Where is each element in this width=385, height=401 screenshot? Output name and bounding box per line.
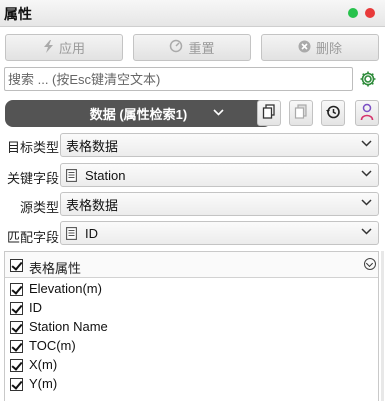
match-field-label: 匹配字段 (6, 230, 59, 245)
settings-gear-icon[interactable] (357, 68, 379, 90)
attribute-list-header: 表格属性 (5, 252, 378, 278)
target-type-label: 目标类型 (6, 140, 59, 155)
list-item-label: ID (29, 300, 42, 315)
close-dot-icon[interactable] (365, 8, 375, 18)
target-type-value: 表格数据 (66, 138, 119, 154)
reset-label: 重置 (188, 41, 215, 56)
item-checkbox[interactable] (10, 359, 23, 372)
chevron-down-icon (361, 226, 372, 238)
list-item-label: TOC(m) (29, 338, 76, 353)
list-item-label: Elevation(m) (29, 281, 102, 296)
list-item[interactable]: TOC(m) (5, 337, 365, 356)
history-icon (325, 104, 341, 123)
paste-icon (294, 103, 308, 123)
attribute-list: 表格属性 Elevation(m) ID Station Name TOC(m)… (4, 251, 379, 401)
datasource-label: 数据 (属性检索1) (89, 107, 188, 122)
gauge-icon (169, 39, 183, 56)
list-item-label: Station Name (29, 319, 108, 334)
match-field-select[interactable]: ID (60, 221, 379, 245)
source-type-select[interactable]: 表格数据 (60, 192, 379, 216)
apply-button[interactable]: 应用 (5, 34, 123, 61)
copy-icon (262, 103, 276, 123)
delete-button[interactable]: 删除 (261, 34, 379, 61)
table-icon (66, 168, 77, 182)
item-checkbox[interactable] (10, 378, 23, 391)
datasource-dropdown[interactable]: 数据 (属性检索1) (5, 100, 272, 127)
delete-circle-icon (298, 40, 311, 56)
source-type-label: 源类型 (19, 200, 59, 215)
list-item[interactable]: X(m) (5, 356, 365, 375)
table-icon (66, 226, 77, 240)
select-all-checkbox[interactable] (10, 259, 23, 272)
key-field-select[interactable]: Station (60, 163, 379, 187)
list-item[interactable]: ID (5, 299, 365, 318)
user-icon (360, 103, 374, 124)
target-type-select[interactable]: 表格数据 (60, 133, 379, 157)
copy-button[interactable] (257, 100, 281, 126)
list-item[interactable]: Station Name (5, 318, 365, 337)
match-field-value: ID (85, 225, 98, 241)
collapse-icon[interactable] (364, 258, 376, 270)
apply-label: 应用 (58, 41, 85, 56)
key-field-value: Station (85, 167, 126, 183)
panel-title: 属性 (4, 6, 32, 22)
scrollbar[interactable] (381, 251, 384, 401)
item-checkbox[interactable] (10, 302, 23, 315)
delete-label: 删除 (315, 41, 342, 56)
list-item[interactable]: Elevation(m) (5, 280, 365, 299)
list-item[interactable]: Y(m) (5, 375, 365, 394)
attribute-header-label: 表格属性 (29, 261, 82, 276)
key-field-label: 关键字段 (6, 171, 59, 186)
item-checkbox[interactable] (10, 321, 23, 334)
source-type-value: 表格数据 (66, 197, 119, 213)
list-item-label: X(m) (29, 357, 58, 372)
lightning-icon (43, 39, 54, 56)
search-input[interactable] (4, 67, 353, 91)
panel-titlebar: 属性 (0, 0, 385, 27)
paste-button[interactable] (289, 100, 313, 126)
user-button[interactable] (355, 100, 379, 126)
reset-button[interactable]: 重置 (133, 34, 251, 61)
history-button[interactable] (321, 100, 345, 126)
list-item-label: Y(m) (29, 376, 58, 391)
chevron-down-icon (361, 168, 372, 180)
chevron-down-icon (361, 138, 372, 150)
minimize-dot-icon[interactable] (348, 8, 358, 18)
chevron-down-icon (213, 105, 224, 119)
item-checkbox[interactable] (10, 283, 23, 296)
chevron-down-icon (361, 197, 372, 209)
item-checkbox[interactable] (10, 340, 23, 353)
